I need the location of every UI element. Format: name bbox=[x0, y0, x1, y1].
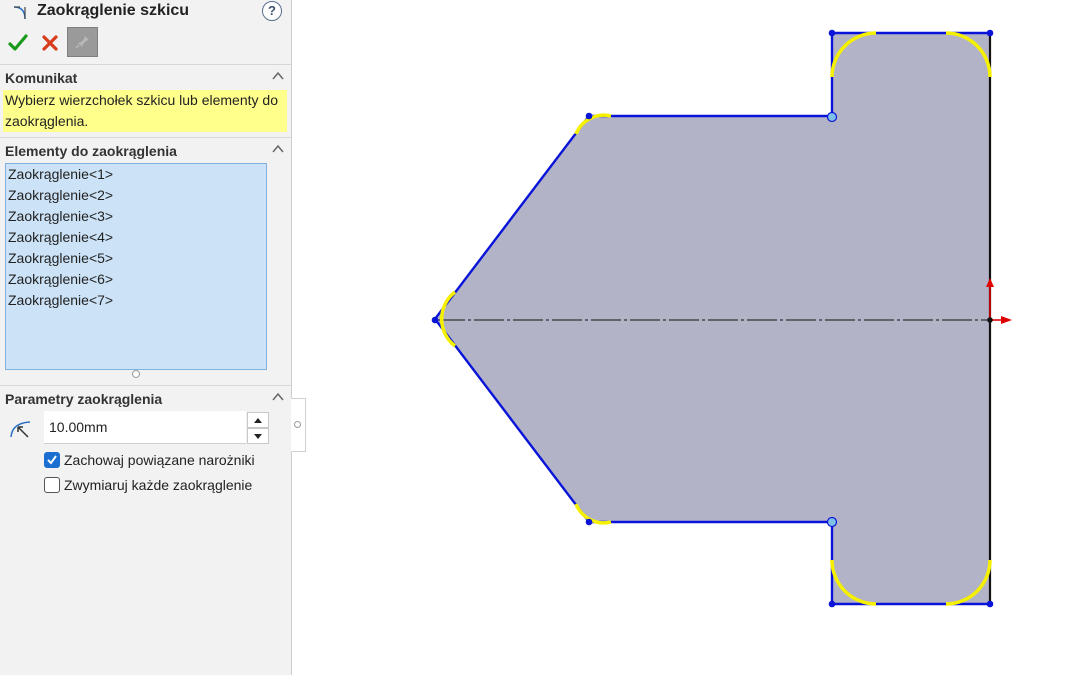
origin-x-arrowhead bbox=[1001, 316, 1012, 324]
arrow-down-icon bbox=[254, 434, 262, 439]
sketch-point[interactable] bbox=[585, 518, 593, 526]
radius-increment-button[interactable] bbox=[247, 412, 269, 428]
origin-point bbox=[987, 317, 993, 323]
panel-title: Zaokrąglenie szkicu bbox=[37, 2, 190, 19]
radius-decrement-button[interactable] bbox=[247, 428, 269, 444]
sketch-fillet-icon bbox=[13, 6, 26, 20]
chevron-up-icon[interactable] bbox=[271, 143, 285, 155]
parameters-section-title: Parametry zaokrąglenia bbox=[5, 391, 163, 407]
checkmark-icon bbox=[47, 455, 57, 465]
entities-section-header[interactable]: Elementy do zaokrąglenia bbox=[0, 137, 291, 162]
list-resize-handle[interactable] bbox=[132, 370, 140, 378]
sketch-graphics-area[interactable] bbox=[293, 0, 1080, 675]
message-section-title: Komunikat bbox=[5, 70, 78, 86]
list-item[interactable]: Zaokrąglenie<5> bbox=[8, 250, 113, 266]
fillet-radius-icon bbox=[10, 421, 31, 438]
arrow-up-icon bbox=[254, 418, 262, 423]
entities-listbox[interactable]: Zaokrąglenie<1> Zaokrąglenie<2> Zaokrągl… bbox=[5, 163, 267, 370]
help-button[interactable]: ? bbox=[262, 1, 282, 21]
list-item[interactable]: Zaokrąglenie<4> bbox=[8, 229, 113, 245]
panel-title-bar: Zaokrąglenie szkicu ? bbox=[0, 0, 291, 26]
sketch-region bbox=[435, 33, 990, 604]
sketch-point[interactable] bbox=[986, 29, 994, 37]
sketch-point-selected[interactable] bbox=[826, 111, 838, 123]
chevron-up-icon[interactable] bbox=[271, 70, 285, 82]
sketch-point[interactable] bbox=[828, 29, 836, 37]
list-item[interactable]: Zaokrąglenie<2> bbox=[8, 187, 113, 203]
message-section-header[interactable]: Komunikat bbox=[0, 64, 291, 89]
property-manager-panel: Zaokrąglenie szkicu ? Komunikat Wybierz … bbox=[0, 0, 292, 675]
sketch-point[interactable] bbox=[431, 316, 439, 324]
chevron-up-icon[interactable] bbox=[271, 391, 285, 403]
sketch-point[interactable] bbox=[828, 600, 836, 608]
dimension-each-label: Zwymiaruj każde zaokrąglenie bbox=[64, 477, 253, 493]
action-buttons bbox=[0, 28, 291, 60]
ok-check-icon[interactable] bbox=[8, 33, 28, 53]
origin-icon[interactable] bbox=[986, 278, 1012, 324]
entities-section-title: Elementy do zaokrąglenia bbox=[5, 143, 177, 159]
list-item[interactable]: Zaokrąglenie<3> bbox=[8, 208, 113, 224]
parameters-section-header[interactable]: Parametry zaokrąglenia bbox=[0, 385, 291, 410]
message-text: Wybierz wierzchołek szkicu lub elementy … bbox=[3, 90, 287, 132]
dimension-each-checkbox[interactable] bbox=[44, 477, 60, 493]
cancel-x-icon[interactable] bbox=[40, 33, 60, 53]
list-item[interactable]: Zaokrąglenie<7> bbox=[8, 292, 113, 308]
radius-input[interactable] bbox=[44, 411, 246, 444]
keep-corners-label: Zachowaj powiązane narożniki bbox=[64, 452, 255, 468]
list-item[interactable]: Zaokrąglenie<1> bbox=[8, 166, 113, 182]
sketch-point-selected[interactable] bbox=[826, 516, 838, 528]
sketch-point[interactable] bbox=[986, 600, 994, 608]
sketch-point[interactable] bbox=[585, 112, 593, 120]
pin-button[interactable] bbox=[67, 27, 98, 57]
list-item[interactable]: Zaokrąglenie<6> bbox=[8, 271, 113, 287]
pin-icon bbox=[75, 36, 89, 49]
keep-corners-checkbox[interactable] bbox=[44, 452, 60, 468]
